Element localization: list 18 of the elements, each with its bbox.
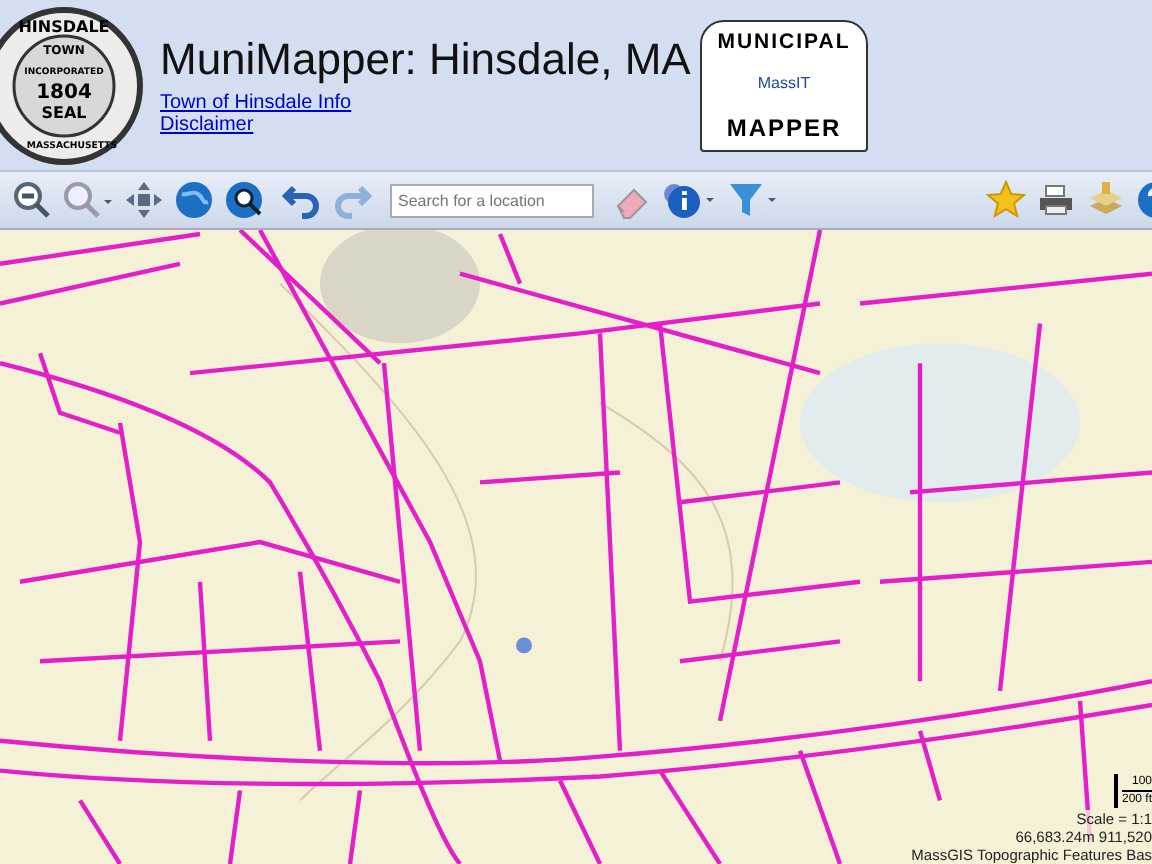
filter-icon[interactable] xyxy=(728,180,780,220)
undo-icon[interactable] xyxy=(282,180,322,220)
logo-text: MAPPER xyxy=(726,113,842,141)
globe-icon[interactable] xyxy=(174,180,214,220)
printer-icon[interactable] xyxy=(1036,180,1076,220)
star-icon[interactable] xyxy=(986,180,1026,220)
info-icon[interactable] xyxy=(662,180,718,220)
header-link[interactable]: Town of Hinsdale Info xyxy=(160,92,352,114)
search-field[interactable]: Search for a location xyxy=(390,183,594,217)
logo-text: MUNICIPAL xyxy=(717,29,851,53)
zoom-in-icon[interactable] xyxy=(62,180,114,220)
pan-icon[interactable] xyxy=(124,180,164,220)
header-link[interactable]: Disclaimer xyxy=(160,114,254,136)
globe-search-icon[interactable] xyxy=(224,180,264,220)
zoom-out-icon[interactable] xyxy=(12,180,52,220)
logo-text: MassIT xyxy=(757,74,811,92)
map-drawing[interactable] xyxy=(0,230,1152,864)
page-title: MuniMapper: Hinsdale, MA xyxy=(160,34,692,86)
